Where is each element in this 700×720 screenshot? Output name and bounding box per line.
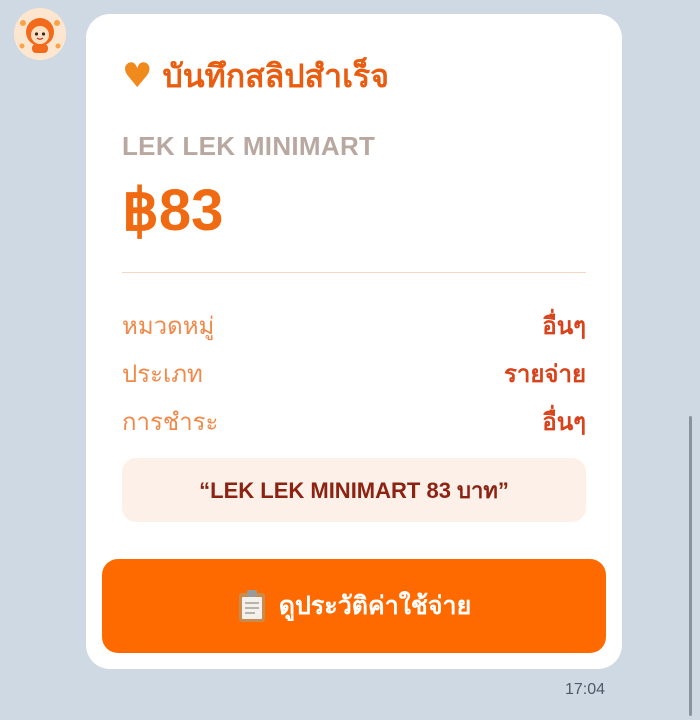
- card-title-row: ♥ บันทึกสลิปสำเร็จ: [122, 59, 389, 93]
- detail-row-type: ประเภท รายจ่าย: [122, 354, 586, 393]
- view-expense-history-label: ดูประวัติค่าใช้จ่าย: [278, 591, 472, 620]
- amount: ฿83: [122, 178, 224, 243]
- clipboard-icon: [238, 590, 265, 622]
- detail-label: การชำระ: [122, 408, 219, 436]
- scrollbar[interactable]: [689, 416, 692, 716]
- detail-value: อื่นๆ: [542, 408, 586, 436]
- card-title: บันทึกสลิปสำเร็จ: [162, 57, 389, 95]
- view-expense-history-button[interactable]: ดูประวัติค่าใช้จ่าย: [102, 559, 606, 653]
- slip-saved-card: ♥ บันทึกสลิปสำเร็จ LEK LEK MINIMART ฿83 …: [86, 14, 622, 669]
- orange-heart-icon: ♥: [122, 56, 153, 96]
- slip-summary-quote: “LEK LEK MINIMART 83 บาท”: [122, 458, 586, 522]
- store-name: LEK LEK MINIMART: [122, 131, 376, 161]
- detail-label: หมวดหมู่: [122, 312, 215, 340]
- message-timestamp: 17:04: [565, 681, 606, 698]
- detail-label: ประเภท: [122, 360, 203, 388]
- bot-avatar[interactable]: [14, 8, 66, 60]
- detail-row-category: หมวดหมู่ อื่นๆ: [122, 306, 586, 345]
- mascot-avatar-icon: [14, 8, 66, 60]
- detail-row-payment: การชำระ อื่นๆ: [122, 402, 586, 441]
- detail-value: อื่นๆ: [542, 312, 586, 340]
- divider: [122, 272, 586, 273]
- detail-value: รายจ่าย: [503, 360, 586, 388]
